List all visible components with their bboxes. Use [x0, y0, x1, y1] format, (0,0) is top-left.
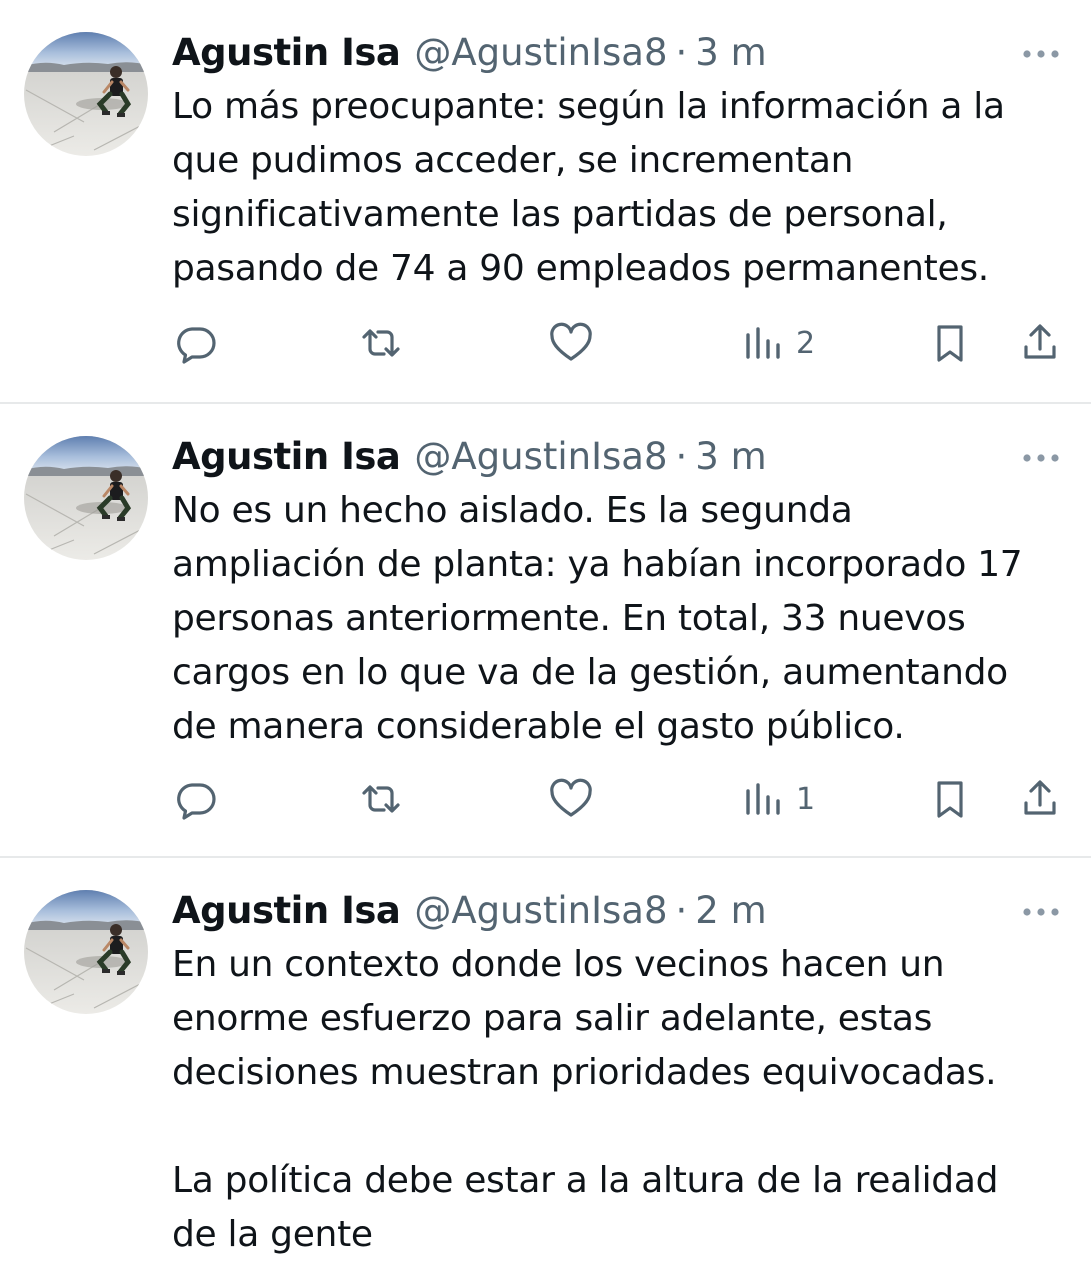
tweet-header: Agustin Isa @AgustinIsa8 · 3 m [172, 30, 767, 76]
views-count: 2 [796, 325, 816, 361]
action-bar: 2 [172, 318, 1072, 368]
timestamp[interactable]: 2 m [695, 888, 766, 934]
bookmark-icon [930, 777, 970, 821]
retweet-icon [356, 777, 406, 821]
retweet-button[interactable] [356, 774, 406, 824]
tweet-text-line: de la gente [172, 1214, 373, 1255]
author-handle[interactable]: @AgustinIsa8 [414, 434, 667, 480]
avatar[interactable] [24, 32, 148, 156]
share-icon [1018, 321, 1062, 365]
action-bar: 1 [172, 774, 1072, 824]
comment-icon [174, 777, 218, 821]
tweet-text-line: que pudimos acceder, se incrementan [172, 140, 854, 181]
tweet-text-line: La política debe estar a la altura de la… [172, 1160, 999, 1201]
tweet-text-line: enorme esfuerzo para salir adelante, est… [172, 998, 933, 1039]
like-button[interactable] [548, 318, 594, 368]
tweet-1[interactable]: Agustin Isa @AgustinIsa8 · 3 m Lo más pr… [0, 0, 1091, 402]
tweet-3[interactable]: Agustin Isa @AgustinIsa8 · 2 m En un con… [0, 858, 1091, 1280]
tweet-text-line: de manera considerable el gasto público. [172, 706, 905, 747]
tweet-2[interactable]: Agustin Isa @AgustinIsa8 · 3 m No es un … [0, 404, 1091, 856]
bookmark-icon [930, 321, 970, 365]
tweet-header: Agustin Isa @AgustinIsa8 · 3 m [172, 434, 767, 480]
author-name[interactable]: Agustin Isa [172, 434, 401, 480]
share-icon [1018, 777, 1062, 821]
timestamp[interactable]: 3 m [695, 30, 766, 76]
tweet-text: En un contexto donde los vecinos hacen u… [172, 938, 1062, 1262]
author-name[interactable]: Agustin Isa [172, 30, 401, 76]
share-button[interactable] [1018, 774, 1062, 824]
views-button[interactable]: 1 [742, 774, 815, 824]
tweet-text-line: En un contexto donde los vecinos hacen u… [172, 944, 945, 985]
tweet-header: Agustin Isa @AgustinIsa8 · 2 m [172, 888, 767, 934]
views-bar-chart-icon [742, 321, 782, 365]
author-name[interactable]: Agustin Isa [172, 888, 401, 934]
reply-button[interactable] [174, 318, 218, 368]
bookmark-button[interactable] [930, 318, 970, 368]
tweet-text-line: Lo más preocupante: según la información… [172, 86, 1005, 127]
share-button[interactable] [1018, 318, 1062, 368]
reply-button[interactable] [174, 774, 218, 824]
tweet-text-line: cargos en lo que va de la gestión, aumen… [172, 652, 1008, 693]
heart-icon [548, 777, 594, 821]
author-handle[interactable]: @AgustinIsa8 [414, 888, 667, 934]
avatar[interactable] [24, 436, 148, 560]
views-bar-chart-icon [742, 777, 782, 821]
tweet-text-line: ampliación de planta: ya habían incorpor… [172, 544, 1023, 585]
more-dots-icon[interactable] [1019, 898, 1063, 926]
tweet-text-line: personas anteriormente. En total, 33 nue… [172, 598, 966, 639]
retweet-button[interactable] [356, 318, 406, 368]
timestamp[interactable]: 3 m [695, 434, 766, 480]
separator-dot: · [675, 889, 688, 932]
separator-dot: · [675, 435, 688, 478]
more-dots-icon[interactable] [1019, 40, 1063, 68]
tweet-text: Lo más preocupante: según la información… [172, 80, 1062, 296]
heart-icon [548, 321, 594, 365]
bookmark-button[interactable] [930, 774, 970, 824]
retweet-icon [356, 321, 406, 365]
more-dots-icon[interactable] [1019, 444, 1063, 472]
views-button[interactable]: 2 [742, 318, 815, 368]
avatar[interactable] [24, 890, 148, 1014]
tweet-text-line: decisiones muestran prioridades equivoca… [172, 1052, 997, 1093]
tweet-text: No es un hecho aislado. Es la segunda am… [172, 484, 1062, 754]
tweet-text-line: significativamente las partidas de perso… [172, 194, 948, 235]
tweet-text-line: pasando de 74 a 90 empleados permanentes… [172, 248, 989, 289]
like-button[interactable] [548, 774, 594, 824]
separator-dot: · [675, 31, 688, 74]
comment-icon [174, 321, 218, 365]
views-count: 1 [796, 781, 816, 817]
author-handle[interactable]: @AgustinIsa8 [414, 30, 667, 76]
tweet-text-line: No es un hecho aislado. Es la segunda [172, 490, 853, 531]
